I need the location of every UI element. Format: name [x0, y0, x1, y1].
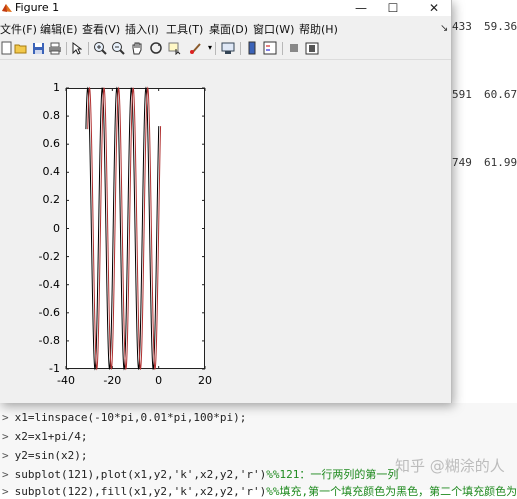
y-tick-label: 1 [53, 81, 60, 94]
window-title: Figure 1 [15, 1, 60, 14]
x-tick-label: 0 [155, 374, 163, 387]
y-tick-label: 0.2 [42, 193, 61, 207]
menu-window[interactable]: 窗口(W) [253, 21, 294, 37]
data-cursor-icon[interactable] [168, 41, 182, 55]
y-tick-label: -0.2 [38, 249, 60, 263]
menu-help[interactable]: 帮助(H) [299, 21, 338, 37]
bg-value: 749 [452, 156, 472, 169]
new-figure-icon[interactable] [0, 41, 14, 55]
y-tick-label: -0.4 [38, 277, 60, 291]
bg-value: 61.994 [484, 156, 517, 169]
menu-bar: 文件(F) 编辑(E) 查看(V) 插入(I) 工具(T) 桌面(D) 窗口(W… [0, 19, 451, 37]
y-tick-label: 0 [53, 221, 60, 235]
menu-tools[interactable]: 工具(T) [166, 21, 203, 37]
console-line: > subplot(122),fill(x1,y2,'k',x2,y2,'r')%… [2, 485, 517, 498]
pan-hand-icon[interactable] [130, 41, 144, 55]
show-plot-tools-icon[interactable] [305, 41, 319, 55]
bg-value: 60.678 [484, 88, 517, 101]
matlab-icon [2, 4, 12, 12]
hide-plot-tools-icon[interactable] [287, 41, 301, 55]
y-tick-label: -0.8 [38, 333, 60, 347]
zoom-in-icon[interactable] [93, 41, 107, 55]
menu-file[interactable]: 文件(F) [0, 21, 37, 37]
maximize-button[interactable]: ☐ [375, 0, 411, 16]
toolbar-separator [88, 42, 89, 55]
menu-view[interactable]: 查看(V) [82, 21, 120, 37]
y-tick-label: -0.6 [38, 305, 60, 319]
console-line: > y2=sin(x2); [2, 449, 88, 462]
minimize-button[interactable]: — [343, 0, 379, 16]
rotate-3d-icon[interactable] [149, 41, 163, 55]
console-line: > x2=x1+pi/4; [2, 430, 88, 443]
x-tick-label: -40 [57, 374, 75, 387]
menu-desktop[interactable]: 桌面(D) [209, 21, 248, 37]
y-tick-label: 0.6 [42, 137, 61, 151]
command-window[interactable]: > x1=linspace(-10*pi,0.01*pi,100*pi); > x2… [0, 403, 517, 498]
zoom-out-icon[interactable] [111, 41, 125, 55]
dock-arrow-icon[interactable]: ↘ [440, 23, 448, 34]
link-plot-icon[interactable] [221, 41, 235, 55]
toolbar-separator [66, 42, 67, 55]
print-icon[interactable] [48, 41, 62, 55]
axes[interactable] [66, 88, 205, 369]
menu-edit[interactable]: 编辑(E) [40, 21, 78, 37]
open-file-icon[interactable] [14, 41, 28, 55]
toolbar-separator [215, 42, 216, 55]
toolbar-separator [282, 42, 283, 55]
close-button[interactable]: ✕ [416, 0, 452, 16]
bg-value: 59.362 [484, 20, 517, 33]
save-icon[interactable] [31, 41, 45, 55]
console-line: > subplot(121),plot(x1,y2,'k',x2,y2,'r')%… [2, 468, 399, 481]
edit-plot-arrow-icon[interactable] [70, 41, 84, 55]
watermark: 知乎 @糊涂的人 [395, 457, 505, 475]
figure-toolbar: ▾ [0, 39, 451, 60]
bg-value: 433 [452, 20, 472, 33]
y-tick-label: 0.8 [42, 109, 61, 123]
x-tick-label: 20 [198, 374, 212, 387]
toolbar-separator [240, 42, 241, 55]
brush-icon[interactable] [189, 41, 203, 55]
y-tick-label: 0.4 [42, 165, 61, 179]
bg-value: 591 [452, 88, 472, 101]
menu-insert[interactable]: 插入(I) [125, 21, 159, 37]
figure-window: Figure 1 — ☐ ✕ 文件(F) 编辑(E) 查看(V) 插入(I) 工… [0, 0, 452, 403]
title-bar[interactable]: Figure 1 — ☐ ✕ [0, 0, 451, 16]
insert-colorbar-icon[interactable] [245, 41, 259, 55]
insert-legend-icon[interactable] [263, 41, 277, 55]
x-tick-label: -20 [103, 374, 122, 387]
console-line: > x1=linspace(-10*pi,0.01*pi,100*pi); [2, 411, 247, 424]
